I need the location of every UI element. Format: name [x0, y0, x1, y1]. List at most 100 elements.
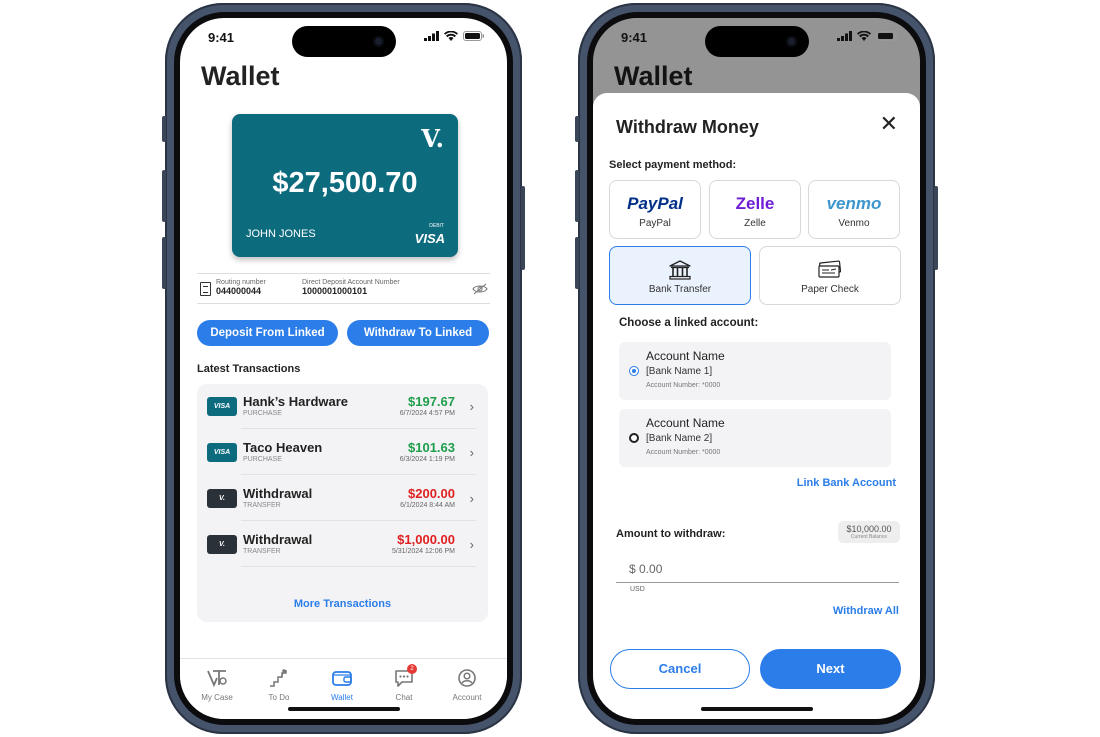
transaction-date: 5/31/2024 12:06 PM [391, 548, 455, 555]
transaction-date: 6/7/2024 4:57 PM [399, 410, 455, 417]
transaction-amount: $1,000.00 [397, 532, 455, 547]
account-number: Account Number: *0000 [646, 382, 721, 389]
wallet-screen: 9:41 Wallet V. $27,500.70 JOHN JONES DEB… [180, 18, 507, 719]
bank-name: [Bank Name 2] [646, 433, 713, 444]
card-balance: $27,500.70 [272, 167, 418, 199]
account-number: Account Number: *0000 [646, 449, 721, 456]
tab-to-do[interactable]: To Do [254, 667, 304, 702]
transaction-row[interactable]: V. Withdrawal TRANSFER $200.00 6/1/2024 … [197, 476, 488, 521]
wifi-icon [444, 31, 458, 41]
transaction-amount: $101.63 [408, 440, 455, 455]
visa-logo: VISA [414, 231, 445, 246]
withdraw-sheet: Withdraw Money ✕ Select payment method: … [593, 93, 920, 719]
signal-icon [837, 31, 852, 41]
tab-account[interactable]: Account [442, 667, 492, 702]
payment-option-venmo[interactable]: venmo Venmo [808, 180, 900, 239]
chevron-right-icon: › [469, 537, 474, 552]
document-icon [200, 282, 211, 296]
phone-frame-right: 9:41 Wallet Withdraw Money ✕ Select paym… [575, 3, 938, 734]
transaction-date: 6/1/2024 8:44 AM [400, 502, 455, 509]
account-name: Account Name [646, 349, 725, 363]
payment-option-label: Zelle [744, 218, 766, 229]
direct-deposit-value: 1000001000101 [302, 286, 368, 296]
bank-name: [Bank Name 1] [646, 366, 713, 377]
more-transactions-link[interactable]: More Transactions [197, 598, 488, 610]
tab-wallet[interactable]: Wallet [317, 667, 367, 702]
tab-my-case[interactable]: My Case [192, 667, 242, 702]
sheet-title: Withdraw Money [616, 117, 759, 137]
amount-input[interactable]: $ 0.00 [616, 555, 899, 583]
phone-frame-left: 9:41 Wallet V. $27,500.70 JOHN JONES DEB… [162, 3, 525, 734]
my-case-icon [207, 670, 227, 688]
chevron-right-icon: › [469, 491, 474, 506]
transaction-type: PURCHASE [243, 456, 282, 463]
tab-label: Wallet [331, 693, 353, 702]
wifi-icon [857, 31, 871, 41]
withdraw-screen: 9:41 Wallet Withdraw Money ✕ Select paym… [593, 18, 920, 719]
routing-label: Routing number [216, 279, 266, 286]
power-button [934, 186, 938, 270]
transaction-type: TRANSFER [243, 502, 281, 509]
cancel-button[interactable]: Cancel [610, 649, 750, 689]
withdraw-to-linked-button[interactable]: Withdraw To Linked [347, 320, 489, 346]
page-title: Wallet [201, 61, 280, 91]
currency-label: USD [630, 586, 645, 593]
transaction-type: PURCHASE [243, 410, 282, 417]
chevron-right-icon: › [469, 399, 474, 414]
radio-unselected-icon[interactable] [629, 433, 639, 443]
home-indicator [700, 707, 813, 711]
linked-account-label: Choose a linked account: [619, 317, 759, 329]
transaction-name: Hank’s Hardware [243, 394, 349, 409]
routing-value: 044000044 [216, 286, 262, 296]
payment-option-paper-check[interactable]: Paper Check [759, 246, 901, 305]
transaction-name: Withdrawal [243, 486, 313, 501]
card-debit-label: DEBIT [429, 223, 444, 229]
eye-off-icon[interactable] [472, 283, 488, 295]
tab-label: Account [452, 693, 482, 702]
transaction-row[interactable]: VISA Hank’s Hardware PURCHASE $197.67 6/… [197, 384, 488, 429]
to-do-icon [270, 669, 287, 687]
transaction-type: TRANSFER [243, 548, 281, 555]
volume-up-button [575, 170, 579, 222]
status-time: 9:41 [208, 30, 235, 45]
action-button [162, 116, 166, 142]
status-time: 9:41 [621, 30, 648, 45]
radio-selected-icon[interactable] [629, 366, 639, 376]
paypal-logo: PayPal [627, 194, 683, 213]
status-icons [424, 31, 485, 41]
close-icon[interactable]: ✕ [880, 113, 898, 135]
current-balance-value: $10,000.00 [846, 524, 892, 534]
zelle-logo: Zelle [735, 194, 775, 213]
linked-account-option[interactable]: Account Name [Bank Name 2] Account Numbe… [619, 409, 891, 467]
amount-label: Amount to withdraw: [616, 528, 726, 540]
payment-option-label: PayPal [639, 218, 671, 229]
status-icons [837, 31, 898, 41]
bank-icon [669, 260, 691, 280]
account-name: Account Name [646, 416, 725, 430]
card-holder-name: JOHN JONES [246, 228, 316, 240]
withdraw-all-link[interactable]: Withdraw All [833, 605, 899, 617]
payment-option-paypal[interactable]: PayPal PayPal [609, 180, 701, 239]
deposit-from-linked-button[interactable]: Deposit From Linked [197, 320, 338, 346]
link-bank-account-link[interactable]: Link Bank Account [797, 477, 896, 489]
tab-chat[interactable]: 2 Chat [379, 664, 429, 702]
home-indicator [287, 707, 400, 711]
payment-method-label: Select payment method: [609, 159, 737, 171]
payment-option-bank-transfer[interactable]: Bank Transfer [609, 246, 751, 305]
transaction-amount: $197.67 [408, 394, 455, 409]
current-balance-badge: $10,000.00 Current Balance [838, 521, 900, 543]
transaction-row[interactable]: VISA Taco Heaven PURCHASE $101.63 6/3/20… [197, 430, 488, 475]
linked-account-option[interactable]: Account Name [Bank Name 1] Account Numbe… [619, 342, 891, 400]
action-button [575, 116, 579, 142]
volume-down-button [575, 237, 579, 289]
payment-option-label: Venmo [838, 218, 870, 229]
next-button[interactable]: Next [760, 649, 901, 689]
tab-label: To Do [268, 693, 290, 702]
visa-badge-icon: VISA [207, 443, 237, 462]
account-icon [458, 669, 476, 687]
payment-option-zelle[interactable]: Zelle Zelle [709, 180, 801, 239]
transaction-name: Withdrawal [243, 532, 313, 547]
debit-card[interactable]: V. $27,500.70 JOHN JONES DEBIT VISA [232, 114, 458, 257]
volume-up-button [162, 170, 166, 222]
transaction-row[interactable]: V. Withdrawal TRANSFER $1,000.00 5/31/20… [197, 522, 488, 567]
